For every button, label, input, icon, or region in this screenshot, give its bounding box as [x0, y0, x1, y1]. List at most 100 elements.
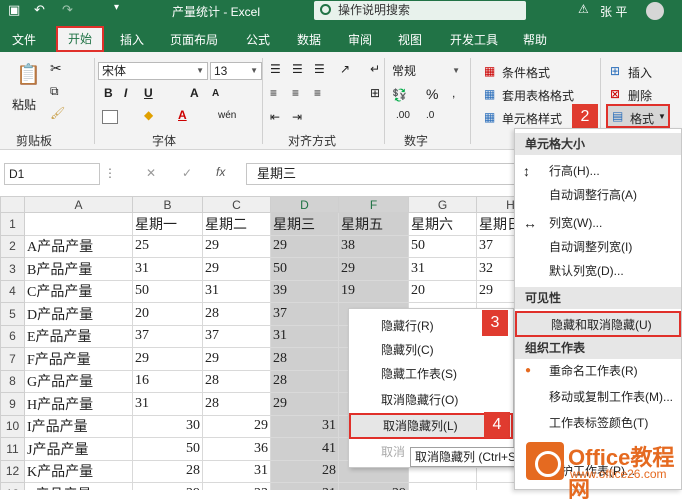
- row-header[interactable]: 8: [0, 369, 25, 393]
- table-cell[interactable]: L产品产量: [24, 482, 133, 490]
- row-header[interactable]: 13: [0, 482, 25, 490]
- ctx-unhide-rows[interactable]: 取消隐藏行(O): [349, 389, 513, 411]
- column-header[interactable]: B: [132, 196, 203, 213]
- tab-view[interactable]: 视图: [398, 31, 422, 48]
- table-cell[interactable]: 41: [270, 437, 339, 461]
- table-cell[interactable]: 31: [132, 257, 203, 281]
- font-color-button[interactable]: A: [178, 108, 187, 122]
- move-copy-sheet-item[interactable]: 移动或复制工作表(M)...: [515, 385, 681, 409]
- table-cell[interactable]: 29: [202, 414, 271, 438]
- customize-qat-icon[interactable]: ▾: [114, 2, 119, 13]
- row-height-item[interactable]: 行高(H)...: [515, 159, 681, 183]
- table-cell[interactable]: 28: [270, 459, 339, 483]
- row-header[interactable]: 1: [0, 212, 25, 236]
- autofit-column-item[interactable]: 自动调整列宽(I): [515, 235, 681, 259]
- table-cell[interactable]: 29: [202, 234, 271, 258]
- conditional-format-button[interactable]: 条件格式: [502, 64, 550, 81]
- column-header[interactable]: C: [202, 196, 271, 213]
- table-cell[interactable]: H产品产量: [24, 392, 133, 416]
- row-header[interactable]: 6: [0, 324, 25, 348]
- orientation-icon[interactable]: ↗: [340, 62, 350, 76]
- header-cell[interactable]: 星期六: [408, 212, 477, 236]
- table-cell[interactable]: 31: [270, 482, 339, 490]
- number-format-select[interactable]: 常规 ▼: [388, 62, 464, 80]
- table-cell[interactable]: E产品产量: [24, 324, 133, 348]
- table-cell[interactable]: 50: [270, 257, 339, 281]
- tab-color-item[interactable]: 工作表标签颜色(T): [515, 411, 681, 435]
- table-cell[interactable]: [408, 482, 477, 490]
- italic-button[interactable]: I: [124, 86, 127, 100]
- header-cell[interactable]: 星期五: [338, 212, 409, 236]
- table-cell[interactable]: 36: [202, 437, 271, 461]
- table-cell[interactable]: 37: [132, 324, 203, 348]
- table-cell[interactable]: A产品产量: [24, 234, 133, 258]
- table-cell[interactable]: 23: [202, 482, 271, 490]
- tab-insert[interactable]: 插入: [120, 31, 144, 48]
- tab-formulas[interactable]: 公式: [246, 31, 270, 48]
- borders-icon[interactable]: [102, 110, 118, 124]
- table-cell[interactable]: 31: [270, 324, 339, 348]
- name-box[interactable]: D1: [4, 163, 100, 185]
- tab-home[interactable]: 开始: [56, 26, 104, 52]
- table-cell[interactable]: 31: [132, 392, 203, 416]
- cancel-icon[interactable]: ✕: [146, 166, 156, 180]
- save-icon[interactable]: ▣: [8, 2, 20, 18]
- table-cell[interactable]: 20: [132, 302, 203, 326]
- percent-button[interactable]: %: [426, 86, 438, 102]
- tab-data[interactable]: 数据: [297, 31, 321, 48]
- table-cell[interactable]: 29: [202, 257, 271, 281]
- delete-cells-button[interactable]: 删除: [628, 87, 652, 104]
- align-bottom-icon[interactable]: ☰: [314, 62, 325, 76]
- header-cell[interactable]: 星期三: [270, 212, 339, 236]
- select-all-corner[interactable]: [0, 196, 25, 213]
- undo-icon[interactable]: ↶: [34, 2, 45, 18]
- table-cell[interactable]: 16: [132, 369, 203, 393]
- table-cell[interactable]: 50: [408, 234, 477, 258]
- table-cell[interactable]: 28: [132, 459, 203, 483]
- fill-color-icon[interactable]: ◆: [144, 108, 153, 122]
- name-box-dropdown-icon[interactable]: ⋮: [104, 166, 116, 180]
- table-cell[interactable]: 50: [132, 279, 203, 303]
- ctx-hide-columns[interactable]: 隐藏列(C): [349, 339, 513, 361]
- insert-function-icon[interactable]: fx: [216, 165, 225, 179]
- table-cell[interactable]: 29: [132, 482, 203, 490]
- align-middle-icon[interactable]: ☰: [292, 62, 303, 76]
- table-cell[interactable]: G产品产量: [24, 369, 133, 393]
- shrink-font-button[interactable]: A: [212, 88, 219, 99]
- cell-styles-button[interactable]: 单元格样式: [502, 110, 562, 127]
- table-cell[interactable]: 28: [202, 392, 271, 416]
- grow-font-button[interactable]: A: [190, 86, 199, 100]
- table-cell[interactable]: 31: [202, 279, 271, 303]
- decrease-decimal-icon[interactable]: .0: [426, 110, 434, 121]
- table-cell[interactable]: 31: [202, 459, 271, 483]
- align-left-icon[interactable]: ≡: [270, 86, 277, 100]
- paste-icon[interactable]: 📋: [16, 62, 41, 87]
- table-cell[interactable]: 29: [132, 347, 203, 371]
- redo-icon[interactable]: ↷: [62, 2, 73, 18]
- tab-review[interactable]: 审阅: [348, 31, 372, 48]
- comma-style-icon[interactable]: ,: [452, 86, 455, 100]
- increase-decimal-icon[interactable]: .00: [396, 110, 410, 121]
- wrap-text-icon[interactable]: ↵: [370, 62, 380, 76]
- row-header[interactable]: 4: [0, 279, 25, 303]
- table-cell[interactable]: 29: [270, 392, 339, 416]
- table-cell[interactable]: 38: [338, 234, 409, 258]
- row-header[interactable]: 2: [0, 234, 25, 258]
- column-header[interactable]: F: [338, 196, 409, 213]
- default-width-item[interactable]: 默认列宽(D)...: [515, 259, 681, 283]
- font-name-select[interactable]: 宋体 ▼: [98, 62, 208, 80]
- phonetic-button[interactable]: wén: [218, 110, 236, 121]
- row-header[interactable]: 7: [0, 347, 25, 371]
- font-size-select[interactable]: 13 ▼: [210, 62, 262, 80]
- align-top-icon[interactable]: ☰: [270, 62, 281, 76]
- hide-unhide-item[interactable]: 隐藏和取消隐藏(U): [515, 311, 681, 337]
- row-header[interactable]: 3: [0, 257, 25, 281]
- format-cells-button[interactable]: ▤ 格式 ▼: [606, 104, 670, 128]
- header-cell[interactable]: 星期二: [202, 212, 271, 236]
- table-cell[interactable]: 28: [270, 347, 339, 371]
- format-painter-icon[interactable]: 🖌: [50, 106, 65, 120]
- table-cell[interactable]: 29: [338, 257, 409, 281]
- table-cell[interactable]: K产品产量: [24, 459, 133, 483]
- table-cell[interactable]: 29: [338, 482, 409, 490]
- avatar[interactable]: [646, 2, 664, 20]
